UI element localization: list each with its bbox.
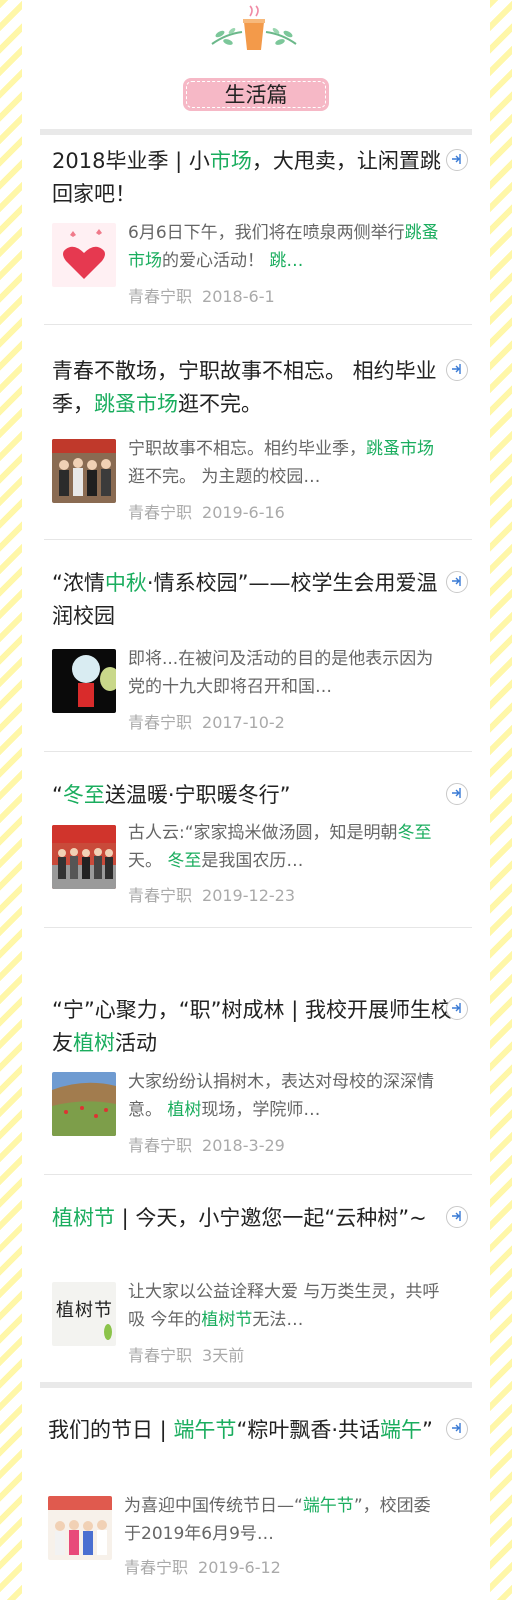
article-date: 3天前: [202, 1346, 245, 1365]
article-source: 青春宁职: [128, 1346, 193, 1365]
divider: [44, 324, 472, 325]
section-title-badge: 生活篇: [183, 78, 329, 111]
section-title: 生活篇: [186, 81, 326, 108]
share-icon[interactable]: [446, 783, 468, 805]
article-thumbnail: [52, 649, 116, 713]
article-thumbnail: [52, 439, 116, 503]
thumbnail-text-graphic: 植树节: [56, 1300, 112, 1340]
article-date: 2018-6-1: [202, 287, 275, 306]
article-description: 古人云:“家家捣米做汤圆，知是明朝冬至天。 冬至是我国农历…: [128, 823, 432, 871]
article-card[interactable]: 植树节 | 今天，小宁邀您一起“云种树”~ 植树节 让大家以公益诠释大爱 与万类…: [44, 1202, 472, 1377]
article-date: 2018-3-29: [202, 1136, 285, 1155]
article-source: 青春宁职: [128, 1136, 193, 1155]
share-icon[interactable]: [446, 359, 468, 381]
article-title[interactable]: “浓情中秋·情系校园”——校学生会用爱温润校园: [52, 567, 452, 633]
article-card[interactable]: 青春不散场，宁职故事不相忘。 相约毕业季，跳蚤市场逛不完。 宁职故事不相忘。相约…: [44, 355, 472, 540]
share-icon[interactable]: [446, 998, 468, 1020]
article-meta: 青春宁职 2019-12-23: [128, 882, 295, 906]
article-source: 青春宁职: [128, 886, 193, 905]
section-header: 生活篇: [0, 0, 512, 130]
article-meta: 青春宁职 2018-6-1: [128, 283, 275, 307]
article-card[interactable]: “冬至送温暖·宁职暖冬行” 古人云:“家家捣米做汤圆，知是明朝冬至天。 冬至是我…: [44, 779, 472, 939]
section-separator: [40, 1382, 472, 1388]
article-source: 青春宁职: [128, 287, 193, 306]
article-card[interactable]: “浓情中秋·情系校园”——校学生会用爱温润校园 即将...在被问及活动的目的是他…: [44, 567, 472, 752]
article-card[interactable]: 2018毕业季 | 小市场，大甩卖，让闲置跳回家吧！ 6月6日下午，我们将在喷泉…: [44, 145, 472, 325]
article-meta: 青春宁职 2019-6-16: [128, 499, 285, 523]
drink-cup-icon: [211, 5, 297, 50]
article-card[interactable]: 我们的节日 | 端午节“粽叶飘香·共话端午” 为喜迎中国传统节日—“端午节”，校…: [44, 1414, 472, 1594]
article-thumbnail: [52, 223, 116, 287]
divider: [44, 539, 472, 540]
article-thumbnail: [52, 825, 116, 889]
article-meta: 青春宁职 2017-10-2: [128, 709, 285, 733]
share-icon[interactable]: [446, 1206, 468, 1228]
article-description: 即将...在被问及活动的目的是他表示因为党的十九大即将召开和国…: [128, 649, 434, 697]
right-decorative-stripe: [490, 0, 512, 1600]
article-title[interactable]: 2018毕业季 | 小市场，大甩卖，让闲置跳回家吧！: [52, 145, 452, 211]
article-description: 大家纷纷认捐树木，表达对母校的深深情意。 植树现场，学院师…: [128, 1072, 434, 1120]
share-icon[interactable]: [446, 149, 468, 171]
share-icon[interactable]: [446, 1418, 468, 1440]
article-description: 让大家以公益诠释大爱 与万类生灵，共呼吸 今年的植树节无法…: [128, 1282, 440, 1330]
share-icon[interactable]: [446, 571, 468, 593]
section-separator: [40, 129, 472, 135]
article-thumbnail: [52, 1072, 116, 1136]
article-date: 2019-6-12: [198, 1558, 281, 1577]
article-title[interactable]: 青春不散场，宁职故事不相忘。 相约毕业季，跳蚤市场逛不完。: [52, 355, 452, 421]
article-card[interactable]: “宁”心聚力，“职”树成林 | 我校开展师生校友植树活动 大家纷纷认捐树木，表达…: [44, 994, 472, 1175]
svg-text:植树节: 植树节: [56, 1300, 112, 1321]
article-meta: 青春宁职 2018-3-29: [128, 1132, 285, 1156]
article-date: 2019-6-16: [202, 503, 285, 522]
article-source: 青春宁职: [124, 1558, 189, 1577]
article-title[interactable]: “宁”心聚力，“职”树成林 | 我校开展师生校友植树活动: [52, 994, 452, 1060]
article-description: 6月6日下午，我们将在喷泉两侧举行跳蚤市场的爱心活动！ 跳…: [128, 223, 439, 271]
article-thumbnail: 植树节: [52, 1282, 116, 1346]
article-title[interactable]: “冬至送温暖·宁职暖冬行”: [52, 779, 452, 812]
divider: [44, 751, 472, 752]
article-source: 青春宁职: [128, 503, 193, 522]
article-title[interactable]: 我们的节日 | 端午节“粽叶飘香·共话端午”: [48, 1414, 448, 1447]
article-date: 2019-12-23: [202, 886, 295, 905]
article-description: 宁职故事不相忘。相约毕业季，跳蚤市场逛不完。 为主题的校园…: [128, 439, 434, 487]
article-description: 为喜迎中国传统节日—“端午节”，校团委于2019年6月9号…: [124, 1496, 431, 1544]
divider: [44, 927, 472, 928]
left-decorative-stripe: [0, 0, 22, 1600]
article-meta: 青春宁职 3天前: [128, 1342, 244, 1366]
article-date: 2017-10-2: [202, 713, 285, 732]
article-source: 青春宁职: [128, 713, 193, 732]
article-thumbnail: [48, 1496, 112, 1560]
article-meta: 青春宁职 2019-6-12: [124, 1554, 281, 1578]
divider: [44, 1174, 472, 1175]
article-title[interactable]: 植树节 | 今天，小宁邀您一起“云种树”~: [52, 1202, 452, 1235]
